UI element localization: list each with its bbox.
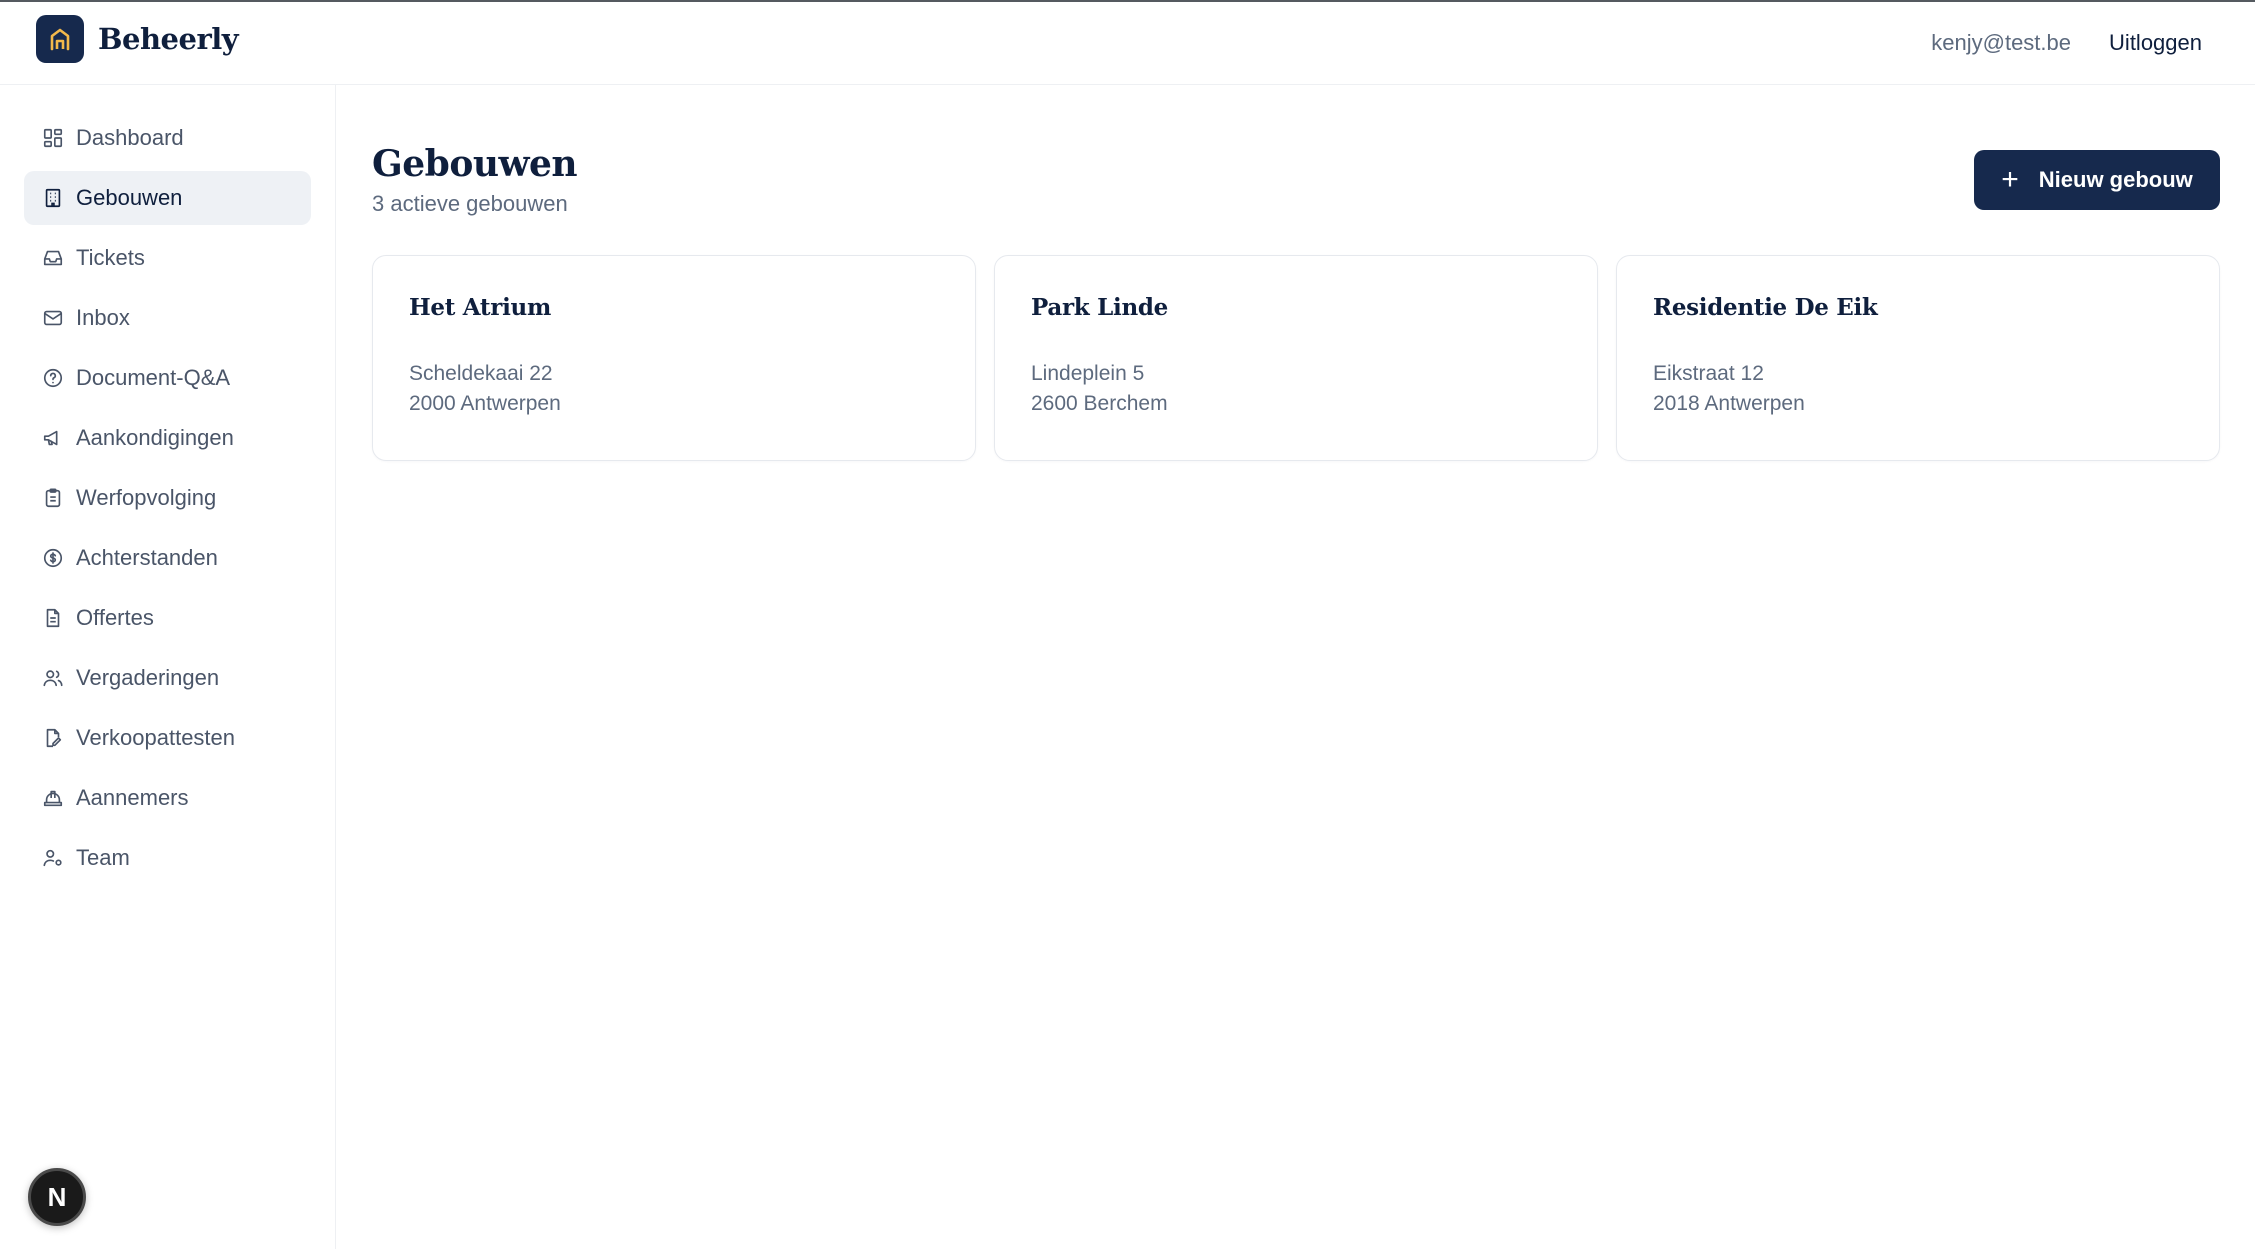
building-city: 2018 Antwerpen [1653, 392, 1805, 415]
app-root: Beheerly kenjy@test.be Uitloggen Dashboa… [0, 0, 2255, 1249]
sidebar-item-aankondigingen[interactable]: Aankondigingen [24, 411, 311, 465]
dollar-circle-icon [42, 547, 64, 569]
building-icon [42, 187, 64, 209]
sidebar-item-label: Vergaderingen [76, 665, 220, 690]
sidebar-item-dashboard[interactable]: Dashboard [24, 111, 311, 165]
sidebar-item-inbox[interactable]: Inbox [24, 291, 311, 345]
logo-icon [36, 15, 84, 63]
building-card[interactable]: Het Atrium Scheldekaai 22 2000 Antwerpen [372, 255, 976, 461]
new-building-label: Nieuw gebouw [2038, 167, 2193, 192]
file-edit-icon [42, 727, 64, 749]
sidebar-item-label: Team [76, 845, 130, 870]
dashboard-icon [42, 127, 64, 149]
sidebar-item-label: Werfopvolging [76, 485, 217, 510]
sidebar-item-label: Aankondigingen [76, 425, 234, 450]
sidebar-item-label: Inbox [76, 305, 130, 330]
building-card[interactable]: Park Linde Lindeplein 5 2600 Berchem [994, 255, 1598, 461]
hard-hat-icon [42, 787, 64, 809]
page-subtitle: 3 actieve gebouwen [372, 191, 568, 216]
user-email: kenjy@test.be [1931, 30, 2071, 55]
sidebar-item-tickets[interactable]: Tickets [24, 231, 311, 285]
sidebar-item-werfopvolging[interactable]: Werfopvolging [24, 471, 311, 525]
building-street: Lindeplein 5 [1031, 362, 1145, 385]
nextjs-dev-badge[interactable]: N [28, 1168, 86, 1226]
building-street: Eikstraat 12 [1653, 362, 1764, 385]
sidebar-item-gebouwen[interactable]: Gebouwen [24, 171, 311, 225]
building-name: Park Linde [1031, 294, 1168, 321]
sidebar-item-achterstanden[interactable]: Achterstanden [24, 531, 311, 585]
sidebar-item-label: Dashboard [76, 125, 184, 150]
sidebar-item-team[interactable]: Team [24, 831, 311, 885]
building-street: Scheldekaai 22 [409, 362, 553, 385]
file-text-icon [42, 607, 64, 629]
sidebar-item-offertes[interactable]: Offertes [24, 591, 311, 645]
mail-icon [42, 307, 64, 329]
help-circle-icon [42, 367, 64, 389]
user-cog-icon [42, 847, 64, 869]
sidebar-item-label: Offertes [76, 605, 154, 630]
top-bar: Beheerly kenjy@test.be Uitloggen [0, 2, 2255, 85]
clipboard-icon [42, 487, 64, 509]
plus-icon: + [2001, 163, 2019, 196]
new-building-button[interactable]: + Nieuw gebouw [1974, 150, 2220, 210]
building-name: Het Atrium [409, 294, 551, 321]
sidebar-item-label: Verkoopattesten [76, 725, 236, 750]
users-icon [42, 667, 64, 689]
sidebar-nav: Dashboard Gebouwen Tickets Inbox Documen… [24, 111, 311, 891]
sidebar-item-label: Aannemers [76, 785, 189, 810]
sidebar-item-label: Document-Q&A [76, 365, 231, 390]
sidebar-item-label: Gebouwen [76, 185, 183, 210]
sidebar-item-aannemers[interactable]: Aannemers [24, 771, 311, 825]
building-cards: Het Atrium Scheldekaai 22 2000 Antwerpen… [372, 255, 2220, 461]
inbox-tray-icon [42, 247, 64, 269]
sidebar-item-label: Achterstanden [76, 545, 218, 570]
building-city: 2000 Antwerpen [409, 392, 561, 415]
logout-button[interactable]: Uitloggen [2109, 30, 2202, 56]
brand[interactable]: Beheerly [36, 15, 239, 63]
main-content: Gebouwen 3 actieve gebouwen + Nieuw gebo… [336, 85, 2255, 1249]
brand-name: Beheerly [98, 22, 239, 56]
building-card[interactable]: Residentie De Eik Eikstraat 12 2018 Antw… [1616, 255, 2220, 461]
building-city: 2600 Berchem [1031, 392, 1168, 415]
sidebar-item-vergaderingen[interactable]: Vergaderingen [24, 651, 311, 705]
sidebar-item-label: Tickets [76, 245, 145, 270]
megaphone-icon [42, 427, 64, 449]
building-name: Residentie De Eik [1653, 294, 1878, 321]
sidebar: Dashboard Gebouwen Tickets Inbox Documen… [0, 85, 336, 1249]
sidebar-item-document-qa[interactable]: Document-Q&A [24, 351, 311, 405]
page-title: Gebouwen [372, 143, 578, 185]
sidebar-item-verkoopattesten[interactable]: Verkoopattesten [24, 711, 311, 765]
